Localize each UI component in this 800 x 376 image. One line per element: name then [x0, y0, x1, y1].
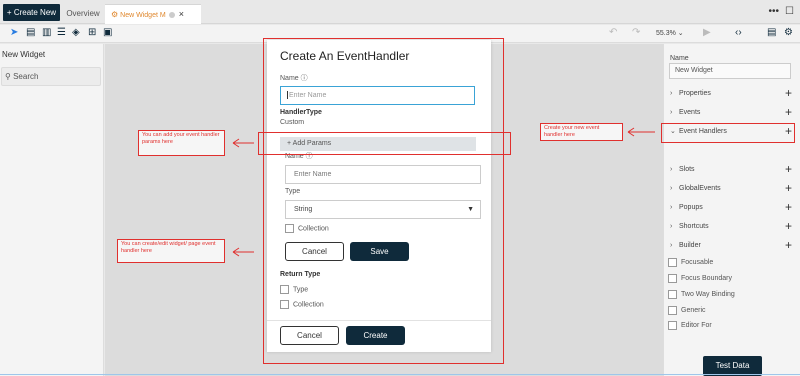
- bottom-divider: [0, 374, 800, 375]
- arrow-to-page-handler-note: [232, 247, 254, 257]
- arrow-to-create-note: [627, 127, 655, 137]
- arrow-to-params-note: [232, 138, 254, 148]
- annotation-arrows: [232, 127, 655, 257]
